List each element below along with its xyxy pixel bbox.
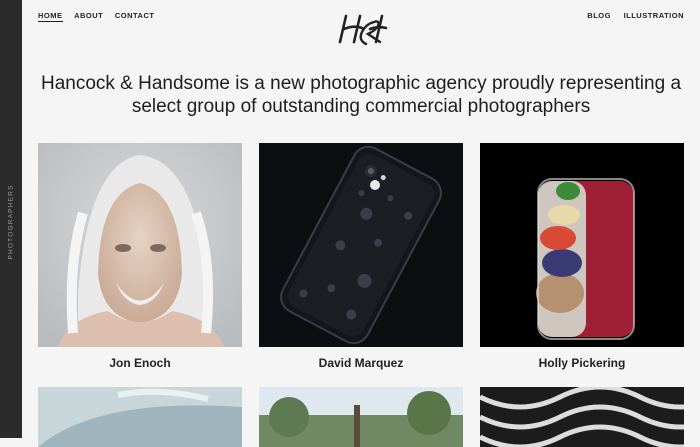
photographer-card[interactable]: David Marquez: [259, 143, 463, 370]
secondary-nav: BLOG ILLUSTRATION: [577, 11, 684, 20]
photographer-image[interactable]: [480, 387, 684, 447]
photographer-card[interactable]: [259, 387, 463, 447]
photographer-name[interactable]: Jon Enoch: [38, 356, 242, 370]
photographer-image[interactable]: [480, 143, 684, 347]
photographer-name[interactable]: David Marquez: [259, 356, 463, 370]
intro-headline: Hancock & Handsome is a new photographic…: [40, 73, 682, 117]
brand-logo[interactable]: [336, 10, 388, 50]
photographer-image[interactable]: [259, 387, 463, 447]
photographer-name[interactable]: Holly Pickering: [480, 356, 684, 370]
photographer-card[interactable]: Holly Pickering: [480, 143, 684, 370]
photographer-card[interactable]: [38, 387, 242, 447]
photographer-card[interactable]: Jon Enoch: [38, 143, 242, 370]
photographer-card[interactable]: [480, 387, 684, 447]
photographer-image[interactable]: [38, 143, 242, 347]
nav-illustration[interactable]: ILLUSTRATION: [624, 11, 684, 20]
primary-nav: HOME ABOUT CONTACT: [38, 11, 163, 22]
sidebar-label[interactable]: PHOTOGRAPHERS: [8, 184, 15, 259]
nav-home[interactable]: HOME: [38, 11, 63, 22]
nav-contact[interactable]: CONTACT: [115, 11, 155, 20]
nav-about[interactable]: ABOUT: [74, 11, 103, 20]
photographer-image[interactable]: [38, 387, 242, 447]
sidebar: PHOTOGRAPHERS: [0, 0, 22, 438]
nav-blog[interactable]: BLOG: [587, 11, 611, 20]
photographer-image[interactable]: [259, 143, 463, 347]
